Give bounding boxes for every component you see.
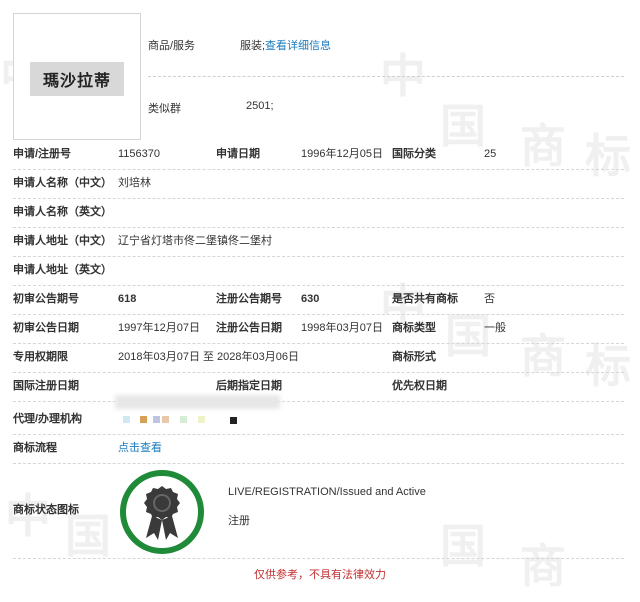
period-value: 2018年03月07日 至 2028年03月06日 [118, 351, 299, 363]
agent-label: 代理/办理机构 [13, 413, 83, 425]
status-en: LIVE/REGISTRATION/Issued and Active [228, 486, 426, 498]
class-value: 2501; [246, 100, 274, 112]
pixel-block [123, 416, 130, 423]
prelim-date-value: 1997年12月07日 [118, 322, 200, 334]
prelim-no-value: 618 [118, 293, 137, 305]
shared-value: 否 [484, 293, 495, 305]
row-intl-reg: 国际注册日期 后期指定日期 优先权日期 [13, 372, 624, 402]
row-flow: 商标流程 点击查看 [13, 434, 624, 464]
reg-date-value: 1998年03月07日 [301, 322, 383, 334]
app-date-label: 申请日期 [216, 148, 260, 160]
form-label: 商标形式 [392, 351, 436, 363]
goods-value: 服装; [240, 40, 266, 52]
row-applicant-en: 申请人名称（英文） [13, 198, 624, 228]
trademark-logo: 瑪沙拉蒂 [30, 62, 124, 96]
flow-link[interactable]: 点击查看 [118, 434, 162, 463]
row-period: 专用权期限 2018年03月07日 至 2028年03月06日 商标形式 [13, 343, 624, 373]
app-no-label: 申请/注册号 [13, 148, 72, 160]
pixel-block [230, 417, 237, 424]
goods-label: 商品/服务 [148, 40, 196, 52]
status-seal [120, 470, 204, 554]
status-label: 商标状态图标 [13, 504, 79, 516]
row-agent: 代理/办理机构 [13, 405, 624, 435]
goods-row: 商品/服务 服装; 查看详细信息 [148, 28, 624, 77]
trademark-detail: 瑪沙拉蒂 商品/服务 服装; 查看详细信息 类似群 2501; 申请/注册号 1… [0, 0, 640, 602]
period-label: 专用权期限 [13, 351, 68, 363]
applicant-en-label: 申请人名称（英文） [13, 206, 112, 218]
reg-date-label: 注册公告日期 [216, 322, 282, 334]
intl-reg-label: 国际注册日期 [13, 380, 79, 392]
row-announcement-date: 初审公告日期 1997年12月07日 注册公告日期 1998年03月07日 商标… [13, 314, 624, 344]
row-application: 申请/注册号 1156370 申请日期 1996年12月05日 国际分类 25 [13, 140, 624, 170]
status-cn: 注册 [228, 515, 250, 527]
applicant-cn-value: 刘培林 [118, 177, 151, 189]
pixel-block [153, 416, 160, 423]
address-en-label: 申请人地址（英文） [13, 264, 112, 276]
intl-class-label: 国际分类 [392, 148, 436, 160]
pixel-block [180, 416, 187, 423]
pixel-block [198, 416, 205, 423]
pixel-block [162, 416, 169, 423]
trademark-image: 瑪沙拉蒂 [13, 13, 141, 140]
priority-label: 优先权日期 [392, 380, 447, 392]
prelim-no-label: 初审公告期号 [13, 293, 79, 305]
shared-label: 是否共有商标 [392, 293, 458, 305]
app-no-value: 1156370 [118, 148, 161, 160]
address-cn-label: 申请人地址（中文） [13, 235, 112, 247]
applicant-cn-label: 申请人名称（中文） [13, 177, 112, 189]
row-address-en: 申请人地址（英文） [13, 256, 624, 286]
award-ribbon-icon [144, 486, 180, 540]
type-label: 商标类型 [392, 322, 436, 334]
reg-no-value: 630 [301, 293, 320, 305]
disclaimer: 仅供参考，不具有法律效力 [254, 569, 386, 581]
row-applicant-cn: 申请人名称（中文） 刘培林 [13, 169, 624, 199]
app-date-value: 1996年12月05日 [301, 148, 383, 160]
row-announcement-no: 初审公告期号 618 注册公告期号 630 是否共有商标 否 [13, 285, 624, 315]
address-cn-value: 辽宁省灯塔市佟二堡镇佟二堡村 [118, 235, 272, 247]
reg-no-label: 注册公告期号 [216, 293, 282, 305]
class-label: 类似群 [148, 103, 181, 115]
intl-class-value: 25 [484, 148, 497, 160]
goods-detail-link[interactable]: 查看详细信息 [265, 37, 331, 53]
pixel-block [140, 416, 147, 423]
row-address-cn: 申请人地址（中文） 辽宁省灯塔市佟二堡镇佟二堡村 [13, 227, 624, 257]
prelim-date-label: 初审公告日期 [13, 322, 79, 334]
row-status: 商标状态图标 LIVE/REGISTRATION/Issued and Acti… [13, 463, 624, 559]
type-value: 一般 [484, 322, 506, 334]
flow-label: 商标流程 [13, 442, 57, 454]
class-row: 类似群 2501; [148, 100, 624, 120]
